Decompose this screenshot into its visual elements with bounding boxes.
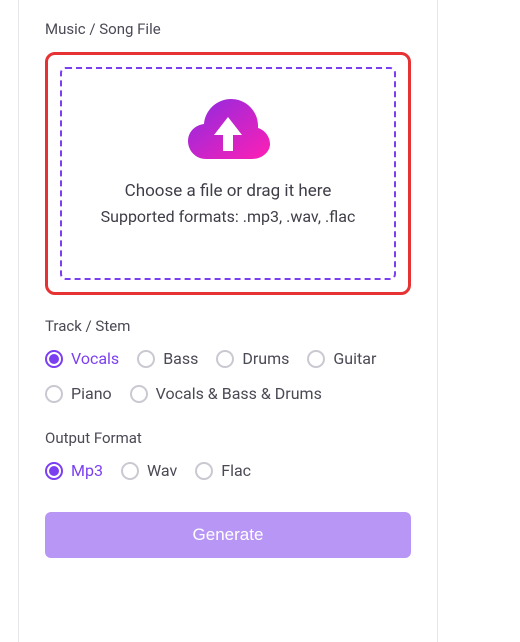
format-radio-group: Mp3 Wav Flac (45, 461, 411, 480)
track-radio-group: Vocals Bass Drums Guitar Piano Vocals & … (45, 349, 411, 403)
radio-bass[interactable]: Bass (137, 349, 198, 368)
radio-label: Mp3 (71, 461, 103, 480)
radio-label: Piano (71, 384, 112, 403)
generate-button[interactable]: Generate (45, 512, 411, 558)
radio-guitar[interactable]: Guitar (307, 349, 376, 368)
radio-label: Bass (163, 349, 198, 368)
radio-indicator (130, 385, 148, 403)
radio-label: Vocals & Bass & Drums (156, 384, 322, 403)
radio-label: Guitar (333, 349, 376, 368)
radio-label: Drums (242, 349, 289, 368)
dropzone-primary-text: Choose a file or drag it here (72, 181, 384, 201)
radio-label: Vocals (71, 349, 119, 368)
radio-indicator (45, 462, 63, 480)
radio-wav[interactable]: Wav (121, 461, 177, 480)
radio-vocals-bass-drums[interactable]: Vocals & Bass & Drums (130, 384, 322, 403)
radio-piano[interactable]: Piano (45, 384, 112, 403)
radio-indicator (121, 462, 139, 480)
radio-label: Flac (221, 461, 251, 480)
track-section-label: Track / Stem (45, 317, 411, 335)
radio-indicator (307, 350, 325, 368)
radio-label: Wav (147, 461, 177, 480)
radio-vocals[interactable]: Vocals (45, 349, 119, 368)
radio-flac[interactable]: Flac (195, 461, 251, 480)
radio-indicator (45, 385, 63, 403)
radio-indicator (137, 350, 155, 368)
file-dropzone[interactable]: Choose a file or drag it here Supported … (60, 67, 396, 280)
dropzone-secondary-text: Supported formats: .mp3, .wav, .flac (72, 207, 384, 226)
upload-highlight-frame: Choose a file or drag it here Supported … (45, 52, 411, 295)
radio-drums[interactable]: Drums (216, 349, 289, 368)
cloud-upload-icon (184, 97, 272, 167)
radio-indicator (45, 350, 63, 368)
radio-indicator (195, 462, 213, 480)
upload-section-label: Music / Song File (45, 20, 411, 38)
format-section-label: Output Format (45, 429, 411, 447)
form-container: Music / Song File Choose a file or drag … (18, 0, 438, 642)
radio-indicator (216, 350, 234, 368)
radio-mp3[interactable]: Mp3 (45, 461, 103, 480)
